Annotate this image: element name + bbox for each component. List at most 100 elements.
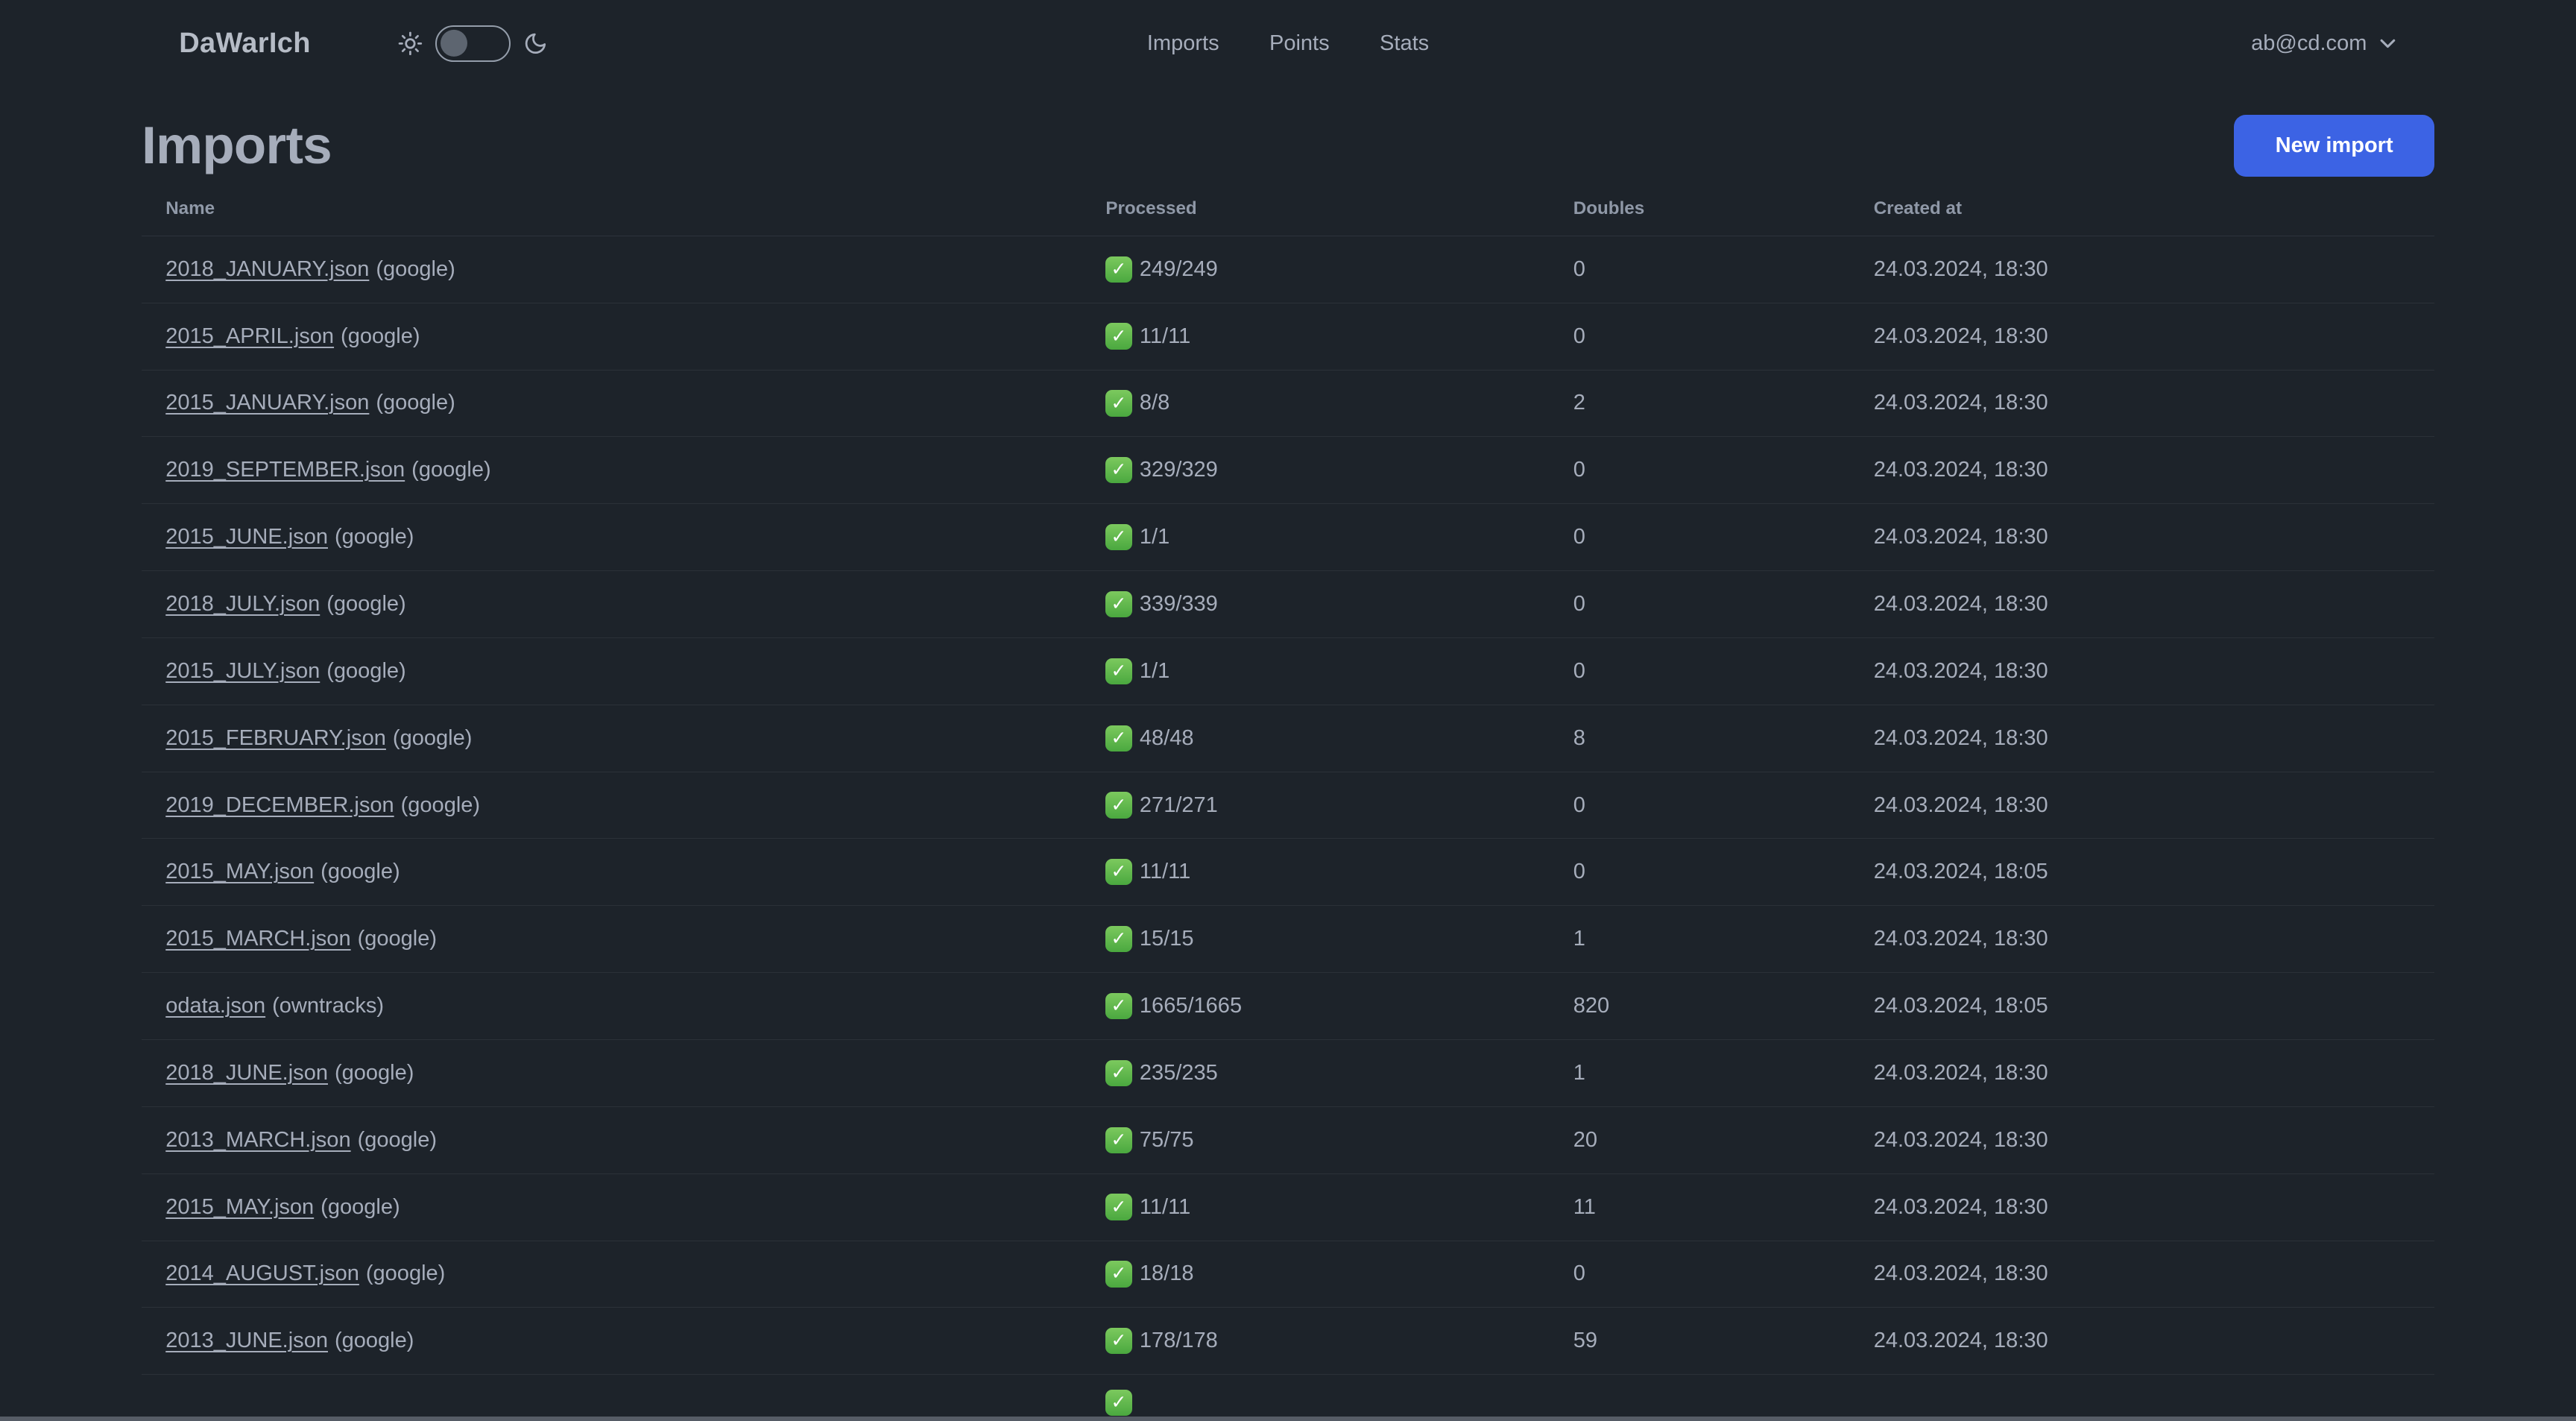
import-file-link[interactable]: 2015_JUNE.json: [165, 525, 328, 549]
main-nav: Imports Points Stats: [1147, 31, 1429, 56]
import-file-link[interactable]: 2015_JANUARY.json: [165, 391, 369, 415]
processed-count: 11/11: [1139, 324, 1191, 348]
doubles-count: 59: [1573, 1329, 1598, 1353]
processed-count: 235/235: [1139, 1060, 1218, 1085]
theme-switch[interactable]: [435, 25, 511, 62]
import-file-link[interactable]: 2018_JULY.json: [165, 592, 320, 617]
green-check-icon: ✓: [1105, 725, 1132, 752]
import-file-link[interactable]: 2013_MARCH.json: [165, 1128, 350, 1153]
moon-icon: [525, 33, 546, 54]
nav-link-points[interactable]: Points: [1269, 31, 1330, 56]
account-menu[interactable]: ab@cd.com: [2251, 31, 2397, 56]
import-source-label: (google): [376, 256, 455, 281]
doubles-count: 20: [1573, 1127, 1598, 1152]
created-at-cell: 24.03.2024, 18:30: [1850, 793, 2434, 818]
created-at-value: 24.03.2024, 18:30: [1873, 458, 2048, 482]
table-row: ✓: [142, 1375, 2434, 1417]
doubles-cell: 0: [1550, 525, 1850, 549]
doubles-cell: 0: [1550, 458, 1850, 482]
import-source-label: (google): [357, 927, 438, 951]
created-at-cell: 24.03.2024, 18:30: [1850, 324, 2434, 349]
processed-cell: ✓ 339/339: [1082, 590, 1549, 618]
doubles-cell: 1: [1550, 927, 1850, 951]
table-row: 2015_JUNE.json (google) ✓ 1/1 0 24.03.20…: [142, 504, 2434, 572]
name-cell: 2015_MAY.json (google): [142, 860, 1082, 884]
theme-toggle: [398, 25, 547, 62]
doubles-count: 0: [1573, 793, 1585, 817]
app-logo[interactable]: DaWarIch: [179, 28, 311, 60]
new-import-button[interactable]: New import: [2234, 115, 2434, 177]
import-source-label: (google): [341, 324, 420, 348]
import-source-label: (google): [326, 591, 406, 616]
created-at-value: 24.03.2024, 18:30: [1873, 591, 2048, 616]
created-at-cell: 24.03.2024, 18:30: [1850, 659, 2434, 684]
processed-cell: ✓ 1/1: [1082, 658, 1549, 684]
import-file-link[interactable]: 2019_SEPTEMBER.json: [165, 458, 405, 482]
green-check-icon: ✓: [1105, 323, 1132, 350]
import-file-link[interactable]: 2014_AUGUST.json: [165, 1261, 359, 1286]
name-cell: 2015_FEBRUARY.json (google): [142, 726, 1082, 751]
import-file-link[interactable]: 2019_DECEMBER.json: [165, 793, 394, 818]
doubles-count: 11: [1573, 1194, 1596, 1219]
doubles-count: 0: [1573, 658, 1585, 683]
processed-count: 339/339: [1139, 591, 1218, 616]
doubles-cell: 0: [1550, 659, 1850, 684]
name-cell: 2019_SEPTEMBER.json (google): [142, 458, 1082, 482]
doubles-cell: 8: [1550, 726, 1850, 751]
created-at-cell: 24.03.2024, 18:30: [1850, 257, 2434, 282]
green-check-icon: ✓: [1105, 1127, 1132, 1153]
name-cell: 2019_DECEMBER.json (google): [142, 793, 1082, 818]
created-at-value: 24.03.2024, 18:05: [1873, 860, 2048, 884]
processed-count: 75/75: [1139, 1127, 1194, 1152]
import-file-link[interactable]: 2015_MARCH.json: [165, 927, 350, 951]
table-row: 2013_MARCH.json (google) ✓ 75/75 20 24.0…: [142, 1107, 2434, 1174]
created-at-value: 24.03.2024, 18:30: [1873, 927, 2048, 951]
nav-link-imports[interactable]: Imports: [1147, 31, 1219, 56]
created-at-value: 24.03.2024, 18:30: [1873, 1329, 2048, 1353]
doubles-cell: 820: [1550, 994, 1850, 1018]
name-cell: 2018_JANUARY.json (google): [142, 257, 1082, 282]
processed-count: 329/329: [1139, 458, 1218, 482]
processed-cell: ✓ 11/11: [1082, 1194, 1549, 1220]
import-source-label: (google): [357, 1127, 438, 1152]
created-at-cell: 24.03.2024, 18:30: [1850, 927, 2434, 951]
green-check-icon: ✓: [1105, 457, 1132, 484]
nav-link-stats[interactable]: Stats: [1380, 31, 1429, 56]
processed-cell: ✓ 18/18: [1082, 1261, 1549, 1288]
processed-cell: ✓ 15/15: [1082, 926, 1549, 953]
doubles-cell: 0: [1550, 1261, 1850, 1286]
created-at-cell: 24.03.2024, 18:30: [1850, 1128, 2434, 1153]
processed-cell: ✓ 235/235: [1082, 1059, 1549, 1087]
table-row: 2015_JULY.json (google) ✓ 1/1 0 24.03.20…: [142, 638, 2434, 705]
name-cell: 2015_MARCH.json (google): [142, 927, 1082, 951]
doubles-cell: 0: [1550, 793, 1850, 818]
column-header-name: Name: [165, 198, 215, 219]
processed-count: 271/271: [1139, 793, 1218, 817]
import-file-link[interactable]: 2015_APRIL.json: [165, 324, 334, 349]
import-file-link[interactable]: 2015_JULY.json: [165, 659, 320, 684]
doubles-cell: 59: [1550, 1329, 1850, 1353]
horizontal-scrollbar[interactable]: [0, 1417, 2576, 1421]
import-source-label: (google): [326, 658, 406, 683]
imports-table: Name Processed Doubles Created at 2018_J…: [142, 186, 2434, 1417]
import-source-label: (google): [365, 1261, 446, 1286]
processed-cell: ✓ 1665/1665: [1082, 992, 1549, 1020]
import-file-link[interactable]: 2015_MAY.json: [165, 860, 314, 884]
import-file-link[interactable]: 2013_JUNE.json: [165, 1329, 328, 1353]
import-file-link[interactable]: 2018_JUNE.json: [165, 1061, 328, 1086]
main-content: Imports New import Name Processed Double…: [0, 115, 2576, 1417]
import-file-link[interactable]: 2018_JANUARY.json: [165, 257, 369, 282]
created-at-value: 24.03.2024, 18:30: [1873, 725, 2048, 750]
processed-count: 1/1: [1139, 658, 1170, 683]
import-file-link[interactable]: 2015_FEBRUARY.json: [165, 726, 386, 751]
import-file-link[interactable]: 2015_MAY.json: [165, 1195, 314, 1220]
processed-cell: ✓ 271/271: [1082, 792, 1549, 819]
name-cell: 2013_MARCH.json (google): [142, 1128, 1082, 1153]
green-check-icon: ✓: [1105, 1261, 1132, 1288]
created-at-value: 24.03.2024, 18:30: [1873, 658, 2048, 683]
processed-cell: ✓ 11/11: [1082, 323, 1549, 350]
import-file-link[interactable]: odata.json: [165, 994, 265, 1018]
processed-count: 18/18: [1139, 1261, 1194, 1286]
processed-cell: ✓ 178/178: [1082, 1328, 1549, 1355]
doubles-count: 8: [1573, 725, 1585, 750]
